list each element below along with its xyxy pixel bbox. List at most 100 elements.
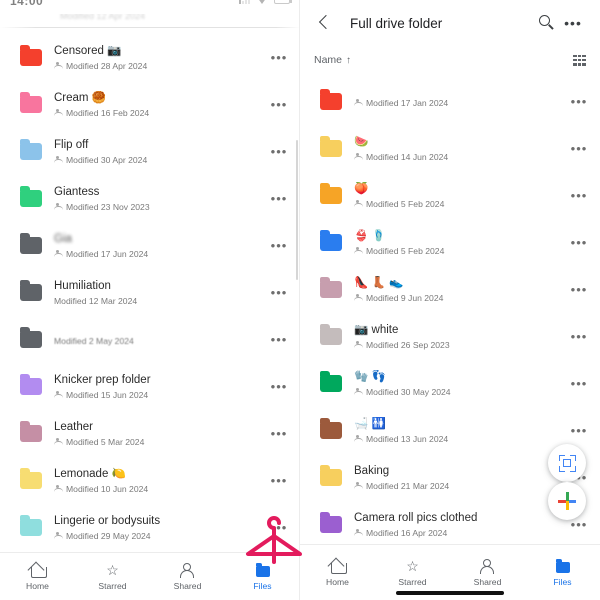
nav-item-shared[interactable]: Shared bbox=[458, 558, 518, 587]
list-item[interactable]: Gia Modified 17 Jun 2024 ••• bbox=[0, 222, 299, 269]
folder-icon bbox=[20, 421, 42, 442]
list-item-text: 👙 🩴 Modified 5 Feb 2024 bbox=[354, 229, 566, 257]
list-item-modified: Modified 5 Mar 2024 bbox=[54, 436, 266, 448]
modified-text: Modified 9 Jun 2024 bbox=[366, 292, 444, 303]
item-overflow-menu-button[interactable]: ••• bbox=[566, 424, 592, 437]
item-overflow-menu-button[interactable]: ••• bbox=[266, 474, 292, 487]
list-item-title: Gia bbox=[54, 232, 72, 245]
scrolled-row-remnant: Modified 12 Apr 2024 bbox=[0, 14, 299, 28]
grid-view-icon[interactable] bbox=[573, 54, 586, 66]
nav-item-starred[interactable]: ☆ Starred bbox=[83, 562, 143, 591]
item-overflow-menu-button[interactable]: ••• bbox=[266, 145, 292, 158]
list-item-text: Baking Modified 21 Mar 2024 bbox=[354, 464, 566, 492]
list-item[interactable]: Cream 🥮 Modified 16 Feb 2024 ••• bbox=[0, 81, 299, 128]
list-item-text: Censored 📷 Modified 28 Apr 2024 bbox=[54, 44, 266, 72]
left-scrollbar[interactable] bbox=[296, 140, 298, 280]
item-overflow-menu-button[interactable]: ••• bbox=[266, 239, 292, 252]
folder-icon bbox=[20, 92, 42, 113]
page-title: Full drive folder bbox=[350, 15, 443, 31]
list-item[interactable]: Humiliation Modified 12 Mar 2024 ••• bbox=[0, 269, 299, 316]
back-arrow-icon[interactable] bbox=[314, 12, 336, 34]
folder-icon bbox=[20, 280, 42, 301]
item-overflow-menu-button[interactable]: ••• bbox=[566, 236, 592, 249]
sort-arrow-icon: ↑ bbox=[346, 54, 352, 66]
ghost-row-text: Modified 12 Apr 2024 bbox=[60, 14, 146, 21]
more-options-icon[interactable]: ••• bbox=[560, 10, 586, 36]
wifi-icon bbox=[257, 0, 267, 4]
item-overflow-menu-button[interactable]: ••• bbox=[566, 142, 592, 155]
shared-people-icon bbox=[354, 435, 363, 442]
item-overflow-menu-button[interactable]: ••• bbox=[566, 189, 592, 202]
list-item-text: 🧤 👣 Modified 30 May 2024 bbox=[354, 370, 566, 398]
nav-item-starred[interactable]: ☆ Starred bbox=[383, 558, 443, 587]
modified-text: Modified 23 Nov 2023 bbox=[66, 201, 150, 212]
nav-item-label: Starred bbox=[98, 580, 127, 591]
left-file-list: Censored 📷 Modified 28 Apr 2024 ••• Cream 🥮… bbox=[0, 34, 299, 551]
modified-text: Modified 14 Jun 2024 bbox=[366, 151, 449, 162]
home-icon bbox=[29, 563, 47, 578]
list-item-modified: Modified 16 Feb 2024 bbox=[54, 107, 266, 119]
list-item[interactable]: Modified 17 Jan 2024 ••• bbox=[300, 78, 600, 125]
list-item-modified: Modified 16 Apr 2024 bbox=[354, 527, 566, 539]
nav-item-shared[interactable]: Shared bbox=[158, 562, 218, 591]
nav-item-home[interactable]: Home bbox=[308, 559, 368, 587]
list-item[interactable]: 👙 🩴 Modified 5 Feb 2024 ••• bbox=[300, 219, 600, 266]
scan-icon bbox=[558, 454, 576, 472]
sort-by-name-button[interactable]: Name ↑ bbox=[314, 54, 351, 66]
item-overflow-menu-button[interactable]: ••• bbox=[266, 380, 292, 393]
status-clock: 14:00 bbox=[10, 0, 44, 8]
item-overflow-menu-button[interactable]: ••• bbox=[266, 521, 292, 534]
list-item-text: Humiliation Modified 12 Mar 2024 bbox=[54, 279, 266, 307]
item-overflow-menu-button[interactable]: ••• bbox=[566, 283, 592, 296]
item-overflow-menu-button[interactable]: ••• bbox=[266, 98, 292, 111]
list-item[interactable]: Leather Modified 5 Mar 2024 ••• bbox=[0, 410, 299, 457]
shared-people-icon bbox=[54, 438, 63, 445]
item-overflow-menu-button[interactable]: ••• bbox=[266, 51, 292, 64]
list-item-modified: Modified 28 Apr 2024 bbox=[54, 60, 266, 72]
list-item[interactable]: Giantess Modified 23 Nov 2023 ••• bbox=[0, 175, 299, 222]
list-item[interactable]: Modified 2 May 2024 ••• bbox=[0, 316, 299, 363]
list-item-text: Modified 2 May 2024 bbox=[54, 333, 266, 347]
list-item[interactable]: Lemonade 🍋 Modified 10 Jun 2024 ••• bbox=[0, 457, 299, 504]
people-icon bbox=[479, 558, 497, 574]
item-overflow-menu-button[interactable]: ••• bbox=[266, 427, 292, 440]
scan-document-fab[interactable] bbox=[548, 444, 586, 482]
list-item-modified: Modified 17 Jan 2024 bbox=[354, 97, 566, 109]
list-item-title: 🧤 👣 bbox=[354, 370, 386, 383]
nav-item-files[interactable]: Files bbox=[233, 563, 293, 591]
item-overflow-menu-button[interactable]: ••• bbox=[566, 95, 592, 108]
shared-people-icon bbox=[354, 153, 363, 160]
item-overflow-menu-button[interactable]: ••• bbox=[266, 333, 292, 346]
folder-icon bbox=[320, 371, 342, 392]
list-item[interactable]: Knicker prep folder Modified 15 Jun 2024 •… bbox=[0, 363, 299, 410]
status-system-icons bbox=[239, 0, 292, 4]
create-new-fab[interactable] bbox=[548, 482, 586, 520]
item-overflow-menu-button[interactable]: ••• bbox=[566, 518, 592, 531]
folder-icon bbox=[320, 418, 342, 439]
list-item[interactable]: 👠 👢 👟 Modified 9 Jun 2024 ••• bbox=[300, 266, 600, 313]
list-item[interactable]: 🍉 Modified 14 Jun 2024 ••• bbox=[300, 125, 600, 172]
list-item[interactable]: 📷 white Modified 26 Sep 2023 ••• bbox=[300, 313, 600, 360]
item-overflow-menu-button[interactable]: ••• bbox=[566, 330, 592, 343]
folder-icon bbox=[20, 515, 42, 536]
folder-icon bbox=[320, 512, 342, 533]
item-overflow-menu-button[interactable]: ••• bbox=[566, 377, 592, 390]
list-item-modified: Modified 2 May 2024 bbox=[54, 335, 266, 347]
list-item[interactable]: 🧤 👣 Modified 30 May 2024 ••• bbox=[300, 360, 600, 407]
list-item-modified: Modified 26 Sep 2023 bbox=[354, 339, 566, 351]
nav-item-files[interactable]: Files bbox=[533, 559, 593, 587]
list-item[interactable]: Censored 📷 Modified 28 Apr 2024 ••• bbox=[0, 34, 299, 81]
nav-item-home[interactable]: Home bbox=[8, 563, 68, 591]
shared-people-icon bbox=[54, 109, 63, 116]
right-panel-header: Full drive folder ••• bbox=[300, 0, 600, 46]
modified-text: Modified 13 Jun 2024 bbox=[366, 433, 449, 444]
list-item[interactable]: Flip off Modified 30 Apr 2024 ••• bbox=[0, 128, 299, 175]
list-item-modified: Modified 15 Jun 2024 bbox=[54, 389, 266, 401]
item-overflow-menu-button[interactable]: ••• bbox=[266, 286, 292, 299]
nav-item-label: Files bbox=[253, 580, 272, 591]
search-icon[interactable] bbox=[534, 10, 560, 36]
list-item[interactable]: 🍑 Modified 5 Feb 2024 ••• bbox=[300, 172, 600, 219]
list-item[interactable]: Lingerie or bodysuits Modified 29 May 202… bbox=[0, 504, 299, 551]
item-overflow-menu-button[interactable]: ••• bbox=[266, 192, 292, 205]
list-item-text: 👠 👢 👟 Modified 9 Jun 2024 bbox=[354, 276, 566, 304]
